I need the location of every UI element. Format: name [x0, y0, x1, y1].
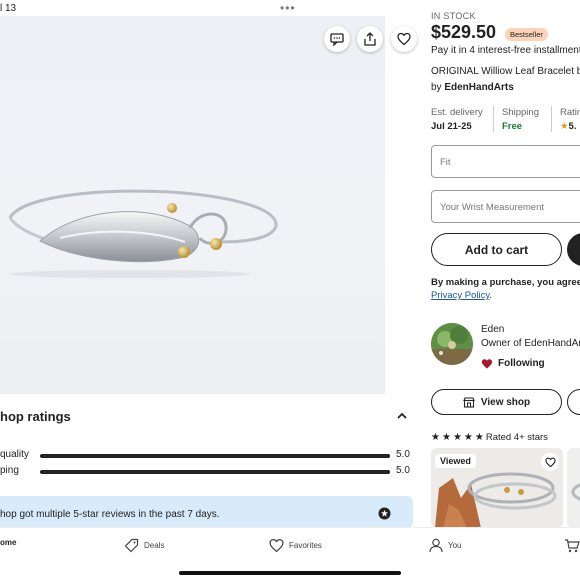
left-pane: hop ratings quality 5.0 ping 5.0 hop got…: [0, 0, 421, 528]
nav-deals-label: Deals: [144, 541, 165, 550]
right-pane: IN STOCK $529.50 Bestseller Pay it in 4 …: [421, 0, 580, 527]
rating-value: 5.0: [396, 465, 410, 476]
nav-cart[interactable]: [564, 538, 580, 553]
cart-icon: [565, 539, 580, 553]
shop-ratings-title: hop ratings: [0, 409, 71, 424]
rating-bar: [40, 454, 390, 458]
seller-avatar[interactable]: [431, 323, 473, 365]
delivery-info: Est. delivery Jul 21-25: [431, 107, 483, 132]
message-button[interactable]: [324, 26, 350, 52]
heart-icon: [269, 538, 284, 552]
view-shop-button[interactable]: View shop: [431, 389, 562, 415]
rating-label: quality: [0, 449, 29, 460]
bracelet-image: [8, 189, 278, 278]
rating-bar: [40, 470, 390, 474]
seller-role: Owner of EdenHandArt: [481, 338, 580, 349]
by-prefix: by: [431, 82, 442, 93]
recommended-item-card[interactable]: Viewed: [431, 448, 563, 527]
shop-byline: by EdenHandArts: [431, 82, 514, 93]
chevron-up-icon[interactable]: [396, 411, 408, 421]
nav-favorites[interactable]: Favorites: [269, 538, 322, 552]
reviews-notice: hop got multiple 5-star reviews in the p…: [0, 496, 413, 528]
shipping-info: Shipping Free: [502, 107, 539, 132]
delivery-label: Est. delivery: [431, 107, 483, 118]
bottom-nav: ome Deals Favorites You: [0, 527, 580, 580]
message-icon: [330, 33, 344, 46]
nav-home-label: ome: [0, 538, 17, 547]
star-icon: ★: [431, 432, 440, 443]
rating-label: Ratin: [560, 107, 580, 118]
rating-bar-fill: [40, 470, 390, 474]
wrist-placeholder: Your Wrist Measurement: [440, 202, 545, 213]
seller-photo: [431, 323, 473, 365]
delivery-value: Jul 21-25: [431, 121, 472, 132]
price: $529.50: [431, 22, 497, 42]
meta-divider: [551, 106, 552, 132]
bestseller-badge: Bestseller: [505, 28, 548, 41]
shop-ratings-header[interactable]: hop ratings: [0, 400, 421, 432]
nav-you[interactable]: You: [429, 538, 462, 553]
rating-row-quality: quality 5.0: [0, 449, 421, 463]
fit-select[interactable]: Fit: [431, 145, 580, 178]
view-shop-label: View shop: [480, 396, 531, 408]
heart-icon: [397, 32, 411, 46]
seller-name: Eden: [481, 324, 505, 335]
filled-heart-icon: [481, 359, 493, 369]
contact-shop-button[interactable]: [567, 389, 580, 415]
person-icon: [429, 538, 443, 553]
rating-value: 5.0: [396, 449, 410, 460]
product-image[interactable]: [0, 16, 421, 394]
shipping-value: Free: [502, 121, 523, 132]
nav-you-label: You: [448, 541, 462, 550]
rating-bar-fill: [40, 454, 390, 458]
fit-placeholder: Fit: [440, 157, 451, 168]
star-badge-icon: [378, 507, 391, 520]
star-icon: ★: [560, 121, 569, 132]
star-icon: ★: [474, 432, 484, 443]
rating-info: Ratin ★5.: [560, 107, 580, 132]
item-favorite-button[interactable]: [541, 453, 559, 471]
rated-filter-row: ★ ★ ★ ★ ★ Rated 4+ stars: [431, 432, 548, 443]
nav-home[interactable]: ome: [0, 538, 16, 547]
installments-text[interactable]: Pay it in 4 interest-free installment: [431, 45, 580, 56]
rating-row-shipping: ping 5.0: [0, 465, 421, 479]
wrist-measurement-input[interactable]: Your Wrist Measurement: [431, 190, 580, 223]
rating-label: ping: [0, 465, 19, 476]
stock-status: IN STOCK: [431, 11, 476, 21]
heart-icon: [544, 457, 556, 467]
following-label: Following: [498, 358, 545, 369]
rating-value: ★5.: [560, 121, 577, 132]
star-icon: ★: [463, 432, 473, 443]
viewed-chip: Viewed: [435, 454, 476, 468]
shop-icon: [463, 396, 475, 408]
favorite-button[interactable]: [391, 26, 417, 52]
reviews-notice-text: hop got multiple 5-star reviews in the p…: [0, 509, 220, 520]
recommended-item-card[interactable]: [567, 448, 580, 527]
shop-name-link[interactable]: EdenHandArts: [444, 82, 513, 93]
following-button[interactable]: Following: [481, 358, 545, 369]
privacy-policy-link[interactable]: Privacy Policy: [431, 290, 489, 301]
meta-divider: [493, 106, 494, 132]
tag-icon: [124, 538, 139, 553]
home-indicator[interactable]: [179, 571, 401, 575]
nav-favorites-label: Favorites: [289, 540, 322, 550]
buy-now-button[interactable]: [567, 233, 580, 266]
purchase-note: By making a purchase, you agree Privacy …: [431, 276, 580, 302]
nav-deals[interactable]: Deals: [124, 538, 164, 553]
add-to-cart-button[interactable]: Add to cart: [431, 233, 562, 266]
purchase-note-text: By making a purchase, you agree: [431, 277, 580, 288]
share-icon: [364, 32, 376, 46]
shipping-label: Shipping: [502, 107, 539, 118]
product-title: ORIGINAL Williow Leaf Bracelet by: [431, 66, 580, 77]
share-button[interactable]: [357, 26, 383, 52]
purchase-note-period: .: [489, 290, 493, 301]
star-icon: ★: [441, 432, 451, 443]
rated-label: Rated 4+ stars: [485, 432, 548, 443]
star-icon: ★: [452, 432, 462, 443]
recommended-item-image: [567, 448, 580, 527]
image-gutter: [385, 16, 421, 394]
